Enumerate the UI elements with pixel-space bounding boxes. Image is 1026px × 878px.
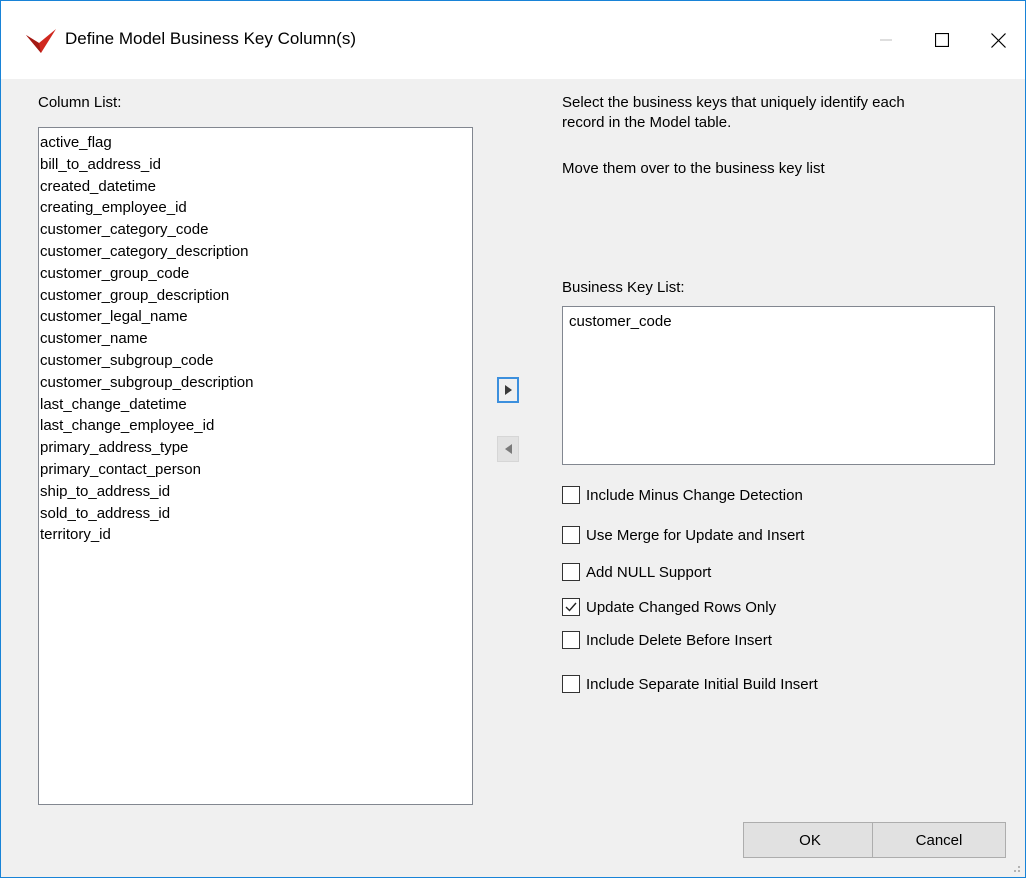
use-merge-checkbox[interactable]: Use Merge for Update and Insert [562,524,804,546]
close-icon [990,32,1006,48]
close-button[interactable] [975,1,1021,79]
window-title: Define Model Business Key Column(s) [65,29,357,48]
checkbox-label: Include Minus Change Detection [586,486,803,504]
checkbox-box[interactable] [562,563,580,581]
cancel-button[interactable]: Cancel [872,822,1006,858]
checkbox-label: Update Changed Rows Only [586,598,777,616]
column-list-item[interactable]: customer_subgroup_code [39,350,472,372]
arrow-right-icon [504,385,512,395]
column-list-label: Column List: [38,94,122,111]
checkbox-label: Include Delete Before Insert [586,631,772,649]
column-list-item[interactable]: customer_group_code [39,263,472,285]
column-list-item[interactable]: created_datetime [39,176,472,198]
resize-grip-icon[interactable] [1011,863,1021,873]
arrow-left-icon [504,444,512,454]
red-checkmark-logo-icon [26,29,56,53]
column-list-item[interactable]: customer_category_description [39,241,472,263]
business-key-list[interactable]: customer_code [562,306,995,465]
column-list-item[interactable]: ship_to_address_id [39,481,472,503]
checkbox-box[interactable] [562,631,580,649]
include-minus-change-detection-checkbox[interactable]: Include Minus Change Detection [562,484,803,506]
checkbox-box[interactable] [562,486,580,504]
column-list-item[interactable]: primary_address_type [39,437,472,459]
column-list-item[interactable]: bill_to_address_id [39,154,472,176]
column-list[interactable]: active_flag bill_to_address_id created_dat… [38,127,473,805]
dialog-window: Define Model Business Key Column(s) Colu… [0,0,1026,878]
column-list-item[interactable]: customer_subgroup_description [39,372,472,394]
update-changed-rows-only-checkbox[interactable]: Update Changed Rows Only [562,596,776,618]
column-list-item[interactable]: primary_contact_person [39,459,472,481]
maximize-icon [935,33,949,47]
business-key-list-item[interactable]: customer_code [568,311,994,333]
instruction-text: record in the Model table. [562,114,732,131]
maximize-button[interactable] [919,1,965,79]
column-list-item[interactable]: customer_group_description [39,285,472,307]
title-bar[interactable]: Define Model Business Key Column(s) [1,1,1025,79]
column-list-item[interactable]: active_flag [39,132,472,154]
include-delete-before-insert-checkbox[interactable]: Include Delete Before Insert [562,629,772,651]
instruction-hint: Move them over to the business key list [562,160,825,177]
add-null-support-checkbox[interactable]: Add NULL Support [562,561,711,583]
minimize-icon [880,39,892,41]
checkbox-label: Use Merge for Update and Insert [586,526,805,544]
column-list-item[interactable]: last_change_employee_id [39,415,472,437]
ok-button[interactable]: OK [743,822,877,858]
column-list-item[interactable]: customer_category_code [39,219,472,241]
column-list-item[interactable]: customer_name [39,328,472,350]
include-separate-initial-build-insert-checkbox[interactable]: Include Separate Initial Build Insert [562,673,818,695]
add-to-key-list-button[interactable] [497,377,519,403]
column-list-item[interactable]: territory_id [39,524,472,546]
checkbox-box[interactable] [562,675,580,693]
checkbox-box[interactable] [562,526,580,544]
column-list-item[interactable]: customer_legal_name [39,306,472,328]
remove-from-key-list-button[interactable] [497,436,519,462]
checkbox-box[interactable] [562,598,580,616]
business-key-list-label: Business Key List: [562,279,685,296]
column-list-item[interactable]: last_change_datetime [39,394,472,416]
column-list-item[interactable]: sold_to_address_id [39,503,472,525]
checkbox-label: Include Separate Initial Build Insert [586,675,818,693]
minimize-button[interactable] [863,1,909,79]
column-list-item[interactable]: creating_employee_id [39,197,472,219]
checkbox-label: Add NULL Support [586,563,712,581]
checkmark-icon [565,602,577,612]
instruction-text: Select the business keys that uniquely i… [562,94,905,111]
